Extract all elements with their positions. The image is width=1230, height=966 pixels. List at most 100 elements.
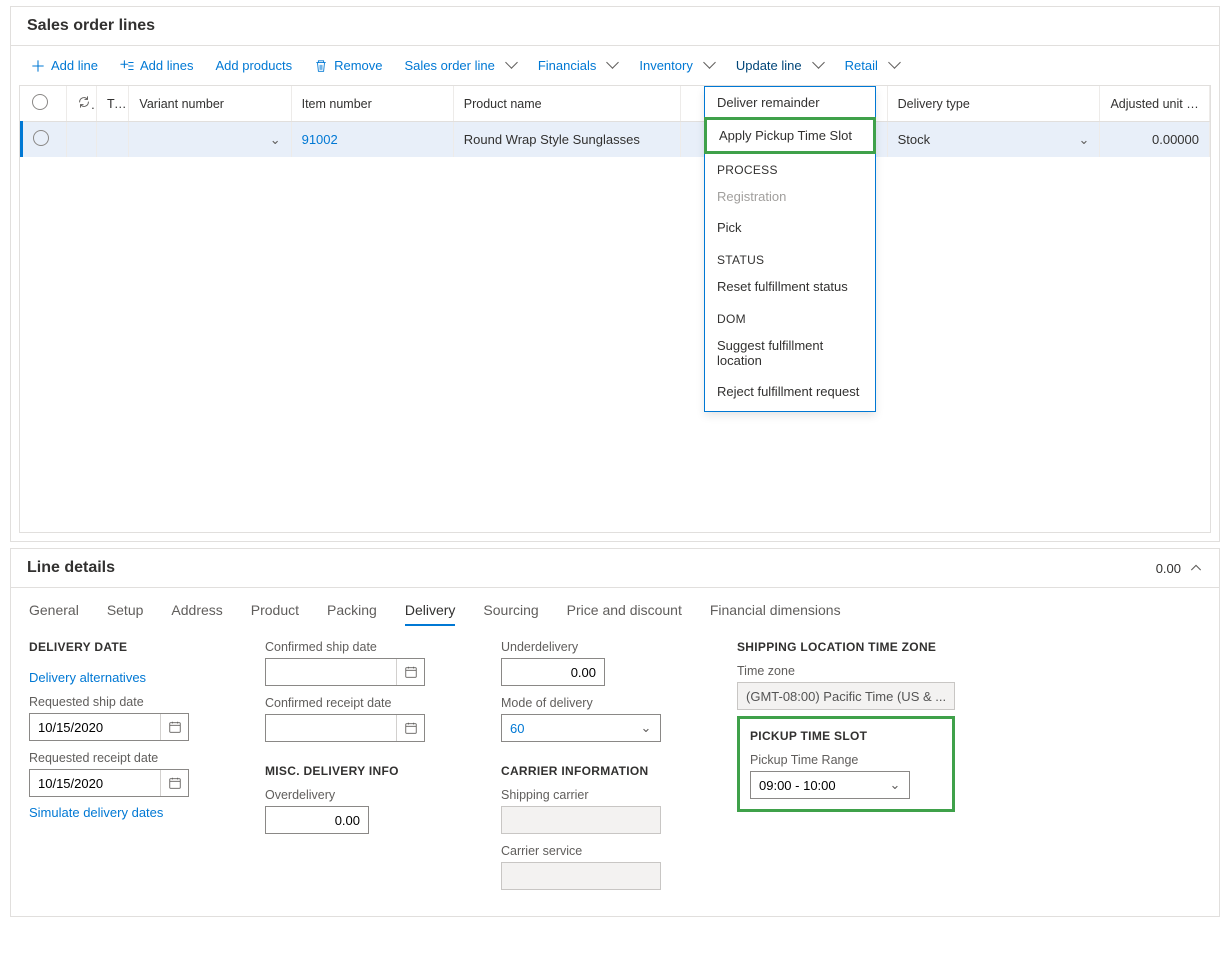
type-header[interactable]: Ty... bbox=[97, 86, 129, 122]
input-value[interactable] bbox=[751, 778, 881, 793]
update-line-menu[interactable]: Update line bbox=[726, 52, 833, 79]
reset-fulfillment-status-item[interactable]: Reset fulfillment status bbox=[705, 271, 875, 302]
pickup-time-range-select[interactable]: ⌄ bbox=[750, 771, 910, 799]
row-item-number[interactable]: 91002 bbox=[291, 122, 453, 158]
item-header[interactable]: Item number bbox=[291, 86, 453, 122]
tab-product[interactable]: Product bbox=[251, 602, 299, 626]
select-all-header[interactable] bbox=[22, 86, 67, 122]
panel-title: Sales order lines bbox=[27, 17, 155, 35]
apply-pickup-time-slot-item[interactable]: Apply Pickup Time Slot bbox=[707, 120, 873, 151]
plus-lines-icon bbox=[120, 59, 134, 73]
btn-label: Add products bbox=[215, 58, 292, 73]
input-value bbox=[502, 869, 660, 884]
chevron-down-icon[interactable]: ⌄ bbox=[270, 132, 281, 148]
lines-grid-wrap: Ty... Variant number Item number Product… bbox=[19, 85, 1211, 533]
btn-label: Inventory bbox=[639, 58, 692, 73]
header-right: 0.00 bbox=[1156, 561, 1203, 576]
input-value[interactable] bbox=[30, 720, 160, 735]
add-products-button[interactable]: Add products bbox=[205, 52, 302, 79]
tab-setup[interactable]: Setup bbox=[107, 602, 144, 626]
dom-group-label: DOM bbox=[705, 302, 875, 330]
variant-header[interactable]: Variant number bbox=[129, 86, 291, 122]
tab-address[interactable]: Address bbox=[171, 602, 222, 626]
btn-label: Retail bbox=[845, 58, 878, 73]
requested-receipt-date-label: Requested receipt date bbox=[29, 751, 229, 765]
table-row[interactable]: ⌄ 91002 Round Wrap Style Sunglasses Stoc… bbox=[22, 122, 1210, 158]
remove-button[interactable]: Remove bbox=[304, 52, 392, 79]
details-tabs: General Setup Address Product Packing De… bbox=[29, 588, 1201, 634]
tab-packing[interactable]: Packing bbox=[327, 602, 377, 626]
input-value[interactable] bbox=[30, 776, 160, 791]
delivery-form: DELIVERY DATE Delivery alternatives Requ… bbox=[29, 634, 1201, 908]
sales-order-lines-panel: Sales order lines Add line Add lines Add… bbox=[10, 6, 1220, 542]
overdelivery-input[interactable] bbox=[265, 806, 369, 834]
btn-label: Financials bbox=[538, 58, 597, 73]
sales-order-line-menu[interactable]: Sales order line bbox=[395, 52, 526, 79]
requested-ship-date-input[interactable] bbox=[29, 713, 189, 741]
lines-grid: Ty... Variant number Item number Product… bbox=[20, 86, 1210, 157]
add-line-button[interactable]: Add line bbox=[21, 52, 108, 79]
trash-icon bbox=[314, 59, 328, 73]
mode-of-delivery-label: Mode of delivery bbox=[501, 696, 701, 710]
input-value[interactable] bbox=[266, 665, 396, 680]
chevron-down-icon[interactable]: ⌄ bbox=[632, 715, 660, 741]
btn-label: Update line bbox=[736, 58, 802, 73]
calendar-icon[interactable] bbox=[160, 770, 188, 796]
tab-delivery[interactable]: Delivery bbox=[405, 602, 456, 626]
btn-label: Remove bbox=[334, 58, 382, 73]
row-variant[interactable]: ⌄ bbox=[129, 122, 291, 158]
pick-item[interactable]: Pick bbox=[705, 212, 875, 243]
inventory-menu[interactable]: Inventory bbox=[629, 52, 723, 79]
product-header[interactable]: Product name bbox=[453, 86, 680, 122]
calendar-icon[interactable] bbox=[160, 714, 188, 740]
reject-fulfillment-request-item[interactable]: Reject fulfillment request bbox=[705, 376, 875, 407]
financials-menu[interactable]: Financials bbox=[528, 52, 628, 79]
input-value[interactable] bbox=[502, 721, 632, 736]
confirmed-receipt-date-input[interactable] bbox=[265, 714, 425, 742]
confirmed-ship-date-input[interactable] bbox=[265, 658, 425, 686]
registration-item: Registration bbox=[705, 181, 875, 212]
deliver-remainder-item[interactable]: Deliver remainder bbox=[705, 87, 875, 118]
tab-financial-dimensions[interactable]: Financial dimensions bbox=[710, 602, 841, 626]
retail-menu[interactable]: Retail bbox=[835, 52, 909, 79]
overdelivery-label: Overdelivery bbox=[265, 788, 465, 802]
delivery-alternatives-link[interactable]: Delivery alternatives bbox=[29, 670, 146, 685]
carrier-service-input bbox=[501, 862, 661, 890]
input-value[interactable] bbox=[266, 721, 396, 736]
highlight-apply-pickup: Apply Pickup Time Slot bbox=[704, 117, 876, 154]
refresh-icon bbox=[77, 95, 91, 109]
pickup-time-range-label: Pickup Time Range bbox=[750, 753, 942, 767]
pickup-time-slot-heading: PICKUP TIME SLOT bbox=[750, 729, 942, 743]
line-details-header[interactable]: Line details 0.00 bbox=[11, 549, 1219, 588]
more-icon[interactable]: ⋮ bbox=[1200, 97, 1209, 111]
sales-order-lines-header: Sales order lines bbox=[11, 7, 1219, 46]
adjusted-header[interactable]: Adjusted unit ... ⋮ bbox=[1100, 86, 1210, 122]
row-delivery-type[interactable]: Stock⌄ bbox=[887, 122, 1100, 158]
underdelivery-carrier-column: Underdelivery Mode of delivery ⌄ CARRIER… bbox=[501, 640, 701, 890]
btn-label: Add lines bbox=[140, 58, 193, 73]
mode-of-delivery-select[interactable]: ⌄ bbox=[501, 714, 661, 742]
line-details-panel: Line details 0.00 General Setup Address … bbox=[10, 548, 1220, 917]
add-lines-button[interactable]: Add lines bbox=[110, 52, 203, 79]
chevron-down-icon[interactable]: ⌄ bbox=[1079, 132, 1090, 148]
row-product-name: Round Wrap Style Sunglasses bbox=[453, 122, 680, 158]
simulate-delivery-dates-link[interactable]: Simulate delivery dates bbox=[29, 805, 163, 820]
refresh-header[interactable] bbox=[66, 86, 96, 122]
btn-label: Add line bbox=[51, 58, 98, 73]
requested-ship-date-label: Requested ship date bbox=[29, 695, 229, 709]
input-value[interactable] bbox=[502, 665, 604, 680]
delivery-type-header[interactable]: Delivery type bbox=[887, 86, 1100, 122]
radio-icon bbox=[32, 94, 48, 110]
requested-receipt-date-input[interactable] bbox=[29, 769, 189, 797]
calendar-icon[interactable] bbox=[396, 659, 424, 685]
input-value[interactable] bbox=[266, 813, 368, 828]
tab-sourcing[interactable]: Sourcing bbox=[483, 602, 538, 626]
underdelivery-input[interactable] bbox=[501, 658, 605, 686]
row-select[interactable] bbox=[22, 122, 67, 158]
tab-general[interactable]: General bbox=[29, 602, 79, 626]
chevron-down-icon[interactable]: ⌄ bbox=[881, 772, 909, 798]
calendar-icon[interactable] bbox=[396, 715, 424, 741]
suggest-fulfillment-location-item[interactable]: Suggest fulfillment location bbox=[705, 330, 875, 376]
chevron-up-icon[interactable] bbox=[1189, 561, 1203, 575]
tab-price-discount[interactable]: Price and discount bbox=[567, 602, 682, 626]
